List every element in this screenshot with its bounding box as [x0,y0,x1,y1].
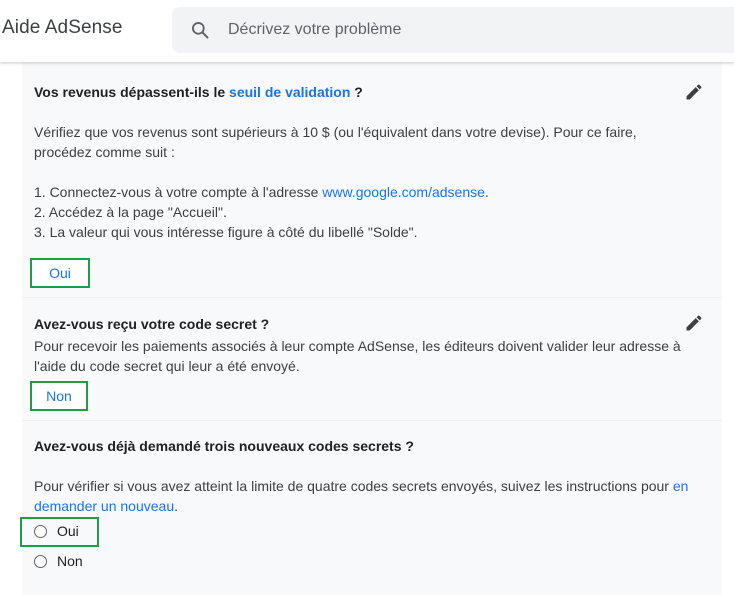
step-intro-text: Vérifiez que vos revenus sont supérieurs… [34,124,637,160]
step-question: Avez-vous reçu votre code secret ? [34,316,270,332]
app-title[interactable]: Aide AdSense [2,17,123,39]
edit-pencil-icon[interactable] [684,313,704,333]
radio-label: Oui [57,523,79,539]
selected-answer-non[interactable]: Non [30,381,88,411]
top-header: Aide AdSense [0,0,734,62]
troubleshooter-panel: Vos revenus dépassent-ils le seuil de va… [20,62,722,595]
step-secret-code: Avez-vous reçu votre code secret ? Pour … [22,297,722,420]
search-icon[interactable] [190,20,210,40]
question-suffix: ? [350,84,363,100]
instruction-text: 1. Connectez-vous à votre compte à l'adr… [34,184,323,200]
step-new-codes: Avez-vous déjà demandé trois nouveaux co… [22,420,722,595]
search-input[interactable] [228,19,708,41]
instruction-item-1: 1. Connectez-vous à votre compte à l'adr… [34,182,694,202]
search-box[interactable] [172,7,734,53]
body-text: Pour vérifier si vous avez atteint la li… [34,478,673,494]
instruction-item-3: 3. La valeur qui vous intéresse figure à… [34,224,418,240]
instruction-suffix: . [484,184,489,200]
radio-label: Non [57,553,83,569]
radio-option-oui[interactable]: Oui [34,520,79,542]
body-suffix: . [174,498,178,514]
step-body-text: Pour recevoir les paiements associés à l… [34,338,681,374]
step-revenue-threshold: Vos revenus dépassent-ils le seuil de va… [22,62,722,296]
radio-button[interactable] [34,524,47,538]
step-body-text: Pour vérifier si vous avez atteint la li… [34,476,694,516]
selected-answer-oui[interactable]: Oui [30,258,90,288]
edit-pencil-icon[interactable] [684,82,704,102]
adsense-url-link[interactable]: www.google.com/adsense [322,184,485,200]
question-text: Vos revenus dépassent-ils le [34,84,230,100]
instruction-item-2: 2. Accédez à la page "Accueil". [34,204,227,220]
validation-threshold-link[interactable]: seuil de validation [229,84,350,100]
step-question: Avez-vous déjà demandé trois nouveaux co… [34,438,414,454]
radio-button[interactable] [34,554,47,568]
radio-option-non[interactable]: Non [34,550,83,572]
step-question: Vos revenus dépassent-ils le seuil de va… [34,84,363,100]
